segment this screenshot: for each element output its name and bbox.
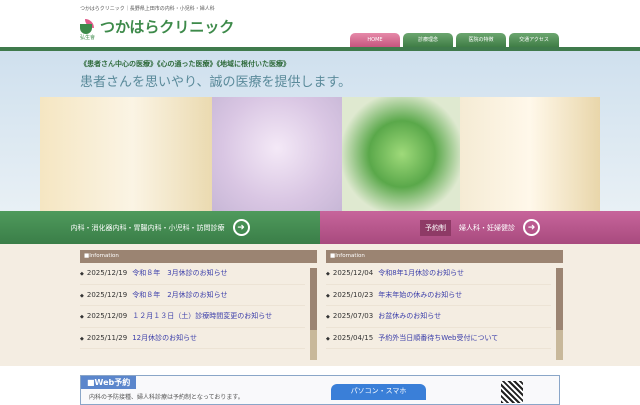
pc-smartphone-button[interactable]: パソコン・スマホ: [331, 384, 426, 400]
news-link[interactable]: １２月１３日（土）診療時間変更のお知らせ: [132, 311, 272, 321]
arrow-right-icon: ➜: [523, 219, 540, 236]
news-date: 2025/04/15: [326, 334, 373, 342]
waiting-room-photo: [40, 97, 225, 211]
nav-features[interactable]: 医院の特徴: [456, 33, 506, 47]
news-date: 2025/07/03: [326, 312, 373, 320]
info-panel-right: ■Infomation 2025/12/04 令和8年1月休診のお知らせ 2025…: [326, 250, 563, 360]
news-date: 2025/12/09: [80, 312, 127, 320]
hero-title: 患者さんを思いやり、誠の医療を提供します。: [80, 75, 352, 90]
tagline: つかはらクリニック｜長野県上田市の内科・小児科・婦人科: [80, 6, 215, 12]
info-heading: ■Infomation: [326, 250, 563, 263]
scrollbar[interactable]: [310, 268, 317, 360]
info-area: ■Infomation 2025/12/19 令和８年 3月休診のお知らせ 202…: [0, 244, 640, 366]
news-link[interactable]: 年末年始の休みのお知らせ: [378, 290, 462, 300]
logo-text: つかはらクリニック: [100, 18, 235, 36]
news-item[interactable]: 2025/12/19 令和８年 2月休診のお知らせ: [80, 285, 305, 306]
news-item[interactable]: 2025/12/19 令和８年 3月休診のお知らせ: [80, 263, 305, 285]
hero: 《患者さん中心の医療》《心の通った医療》《地域に根付いた医療》 患者さんを思いや…: [0, 51, 640, 211]
news-item[interactable]: 2025/11/29 12月休診のお知らせ: [80, 328, 305, 349]
news-link[interactable]: 12月休診のお知らせ: [132, 333, 197, 343]
nav-home[interactable]: HOME: [350, 33, 400, 47]
logo[interactable]: つかはらクリニック: [80, 16, 234, 37]
orchid-photo: [212, 97, 342, 211]
news-item[interactable]: 2025/04/15 予約外当日順番待ちWeb受付について: [326, 328, 551, 349]
news-link[interactable]: 令和８年 2月休診のお知らせ: [132, 290, 227, 300]
news-item[interactable]: 2025/07/03 お盆休みのお知らせ: [326, 306, 551, 328]
gynecology-link[interactable]: 予約制 婦人科・妊婦健診 ➜: [320, 211, 640, 244]
arrow-right-icon: ➜: [232, 219, 250, 236]
clover-photo: [342, 97, 462, 211]
nav-access[interactable]: 交通アクセス: [509, 33, 559, 47]
web-heading: ■Web予約: [81, 376, 137, 389]
web-reservation: ■Web予約 内科の予防接種、婦人科診療は予約制となっております。 パソコン・ス…: [80, 375, 560, 405]
main-nav: HOME 診療理念 医院の特徴 交通アクセス: [350, 33, 559, 47]
news-item[interactable]: 2025/10/23 年末年始の休みのお知らせ: [326, 285, 551, 306]
logo-leaf-icon: [80, 18, 94, 35]
news-item[interactable]: 2025/12/09 １２月１３日（土）診療時間変更のお知らせ: [80, 306, 305, 328]
info-heading: ■Infomation: [80, 250, 317, 263]
internal-medicine-label: 内科・消化器内科・胃腸内科・小児科・訪問診療: [70, 223, 225, 232]
news-date: 2025/11/29: [80, 334, 127, 342]
news-link[interactable]: 令和８年 3月休診のお知らせ: [132, 268, 227, 278]
news-date: 2025/10/23: [326, 291, 373, 299]
news-item[interactable]: 2025/12/04 令和8年1月休診のお知らせ: [326, 263, 551, 285]
news-link[interactable]: 令和8年1月休診のお知らせ: [378, 268, 464, 278]
info-panel-left: ■Infomation 2025/12/19 令和８年 3月休診のお知らせ 202…: [80, 250, 317, 360]
hero-subtitle: 《患者さん中心の医療》《心の通った医療》《地域に根付いた医療》: [80, 60, 290, 68]
news-date: 2025/12/19: [80, 291, 127, 299]
logo-sub: 弘生會: [80, 35, 96, 41]
gynecology-label: 婦人科・妊婦健診: [459, 223, 515, 232]
scrollbar[interactable]: [556, 268, 563, 360]
news-date: 2025/12/19: [80, 269, 127, 277]
news-link[interactable]: 予約外当日順番待ちWeb受付について: [378, 333, 498, 343]
exam-room-photo: [460, 97, 600, 211]
internal-medicine-link[interactable]: 内科・消化器内科・胃腸内科・小児科・訪問診療 ➜: [0, 211, 320, 244]
news-date: 2025/12/04: [326, 269, 373, 277]
reservation-badge: 予約制: [420, 219, 451, 236]
nav-philosophy[interactable]: 診療理念: [403, 33, 453, 47]
news-link[interactable]: お盆休みのお知らせ: [378, 311, 441, 321]
